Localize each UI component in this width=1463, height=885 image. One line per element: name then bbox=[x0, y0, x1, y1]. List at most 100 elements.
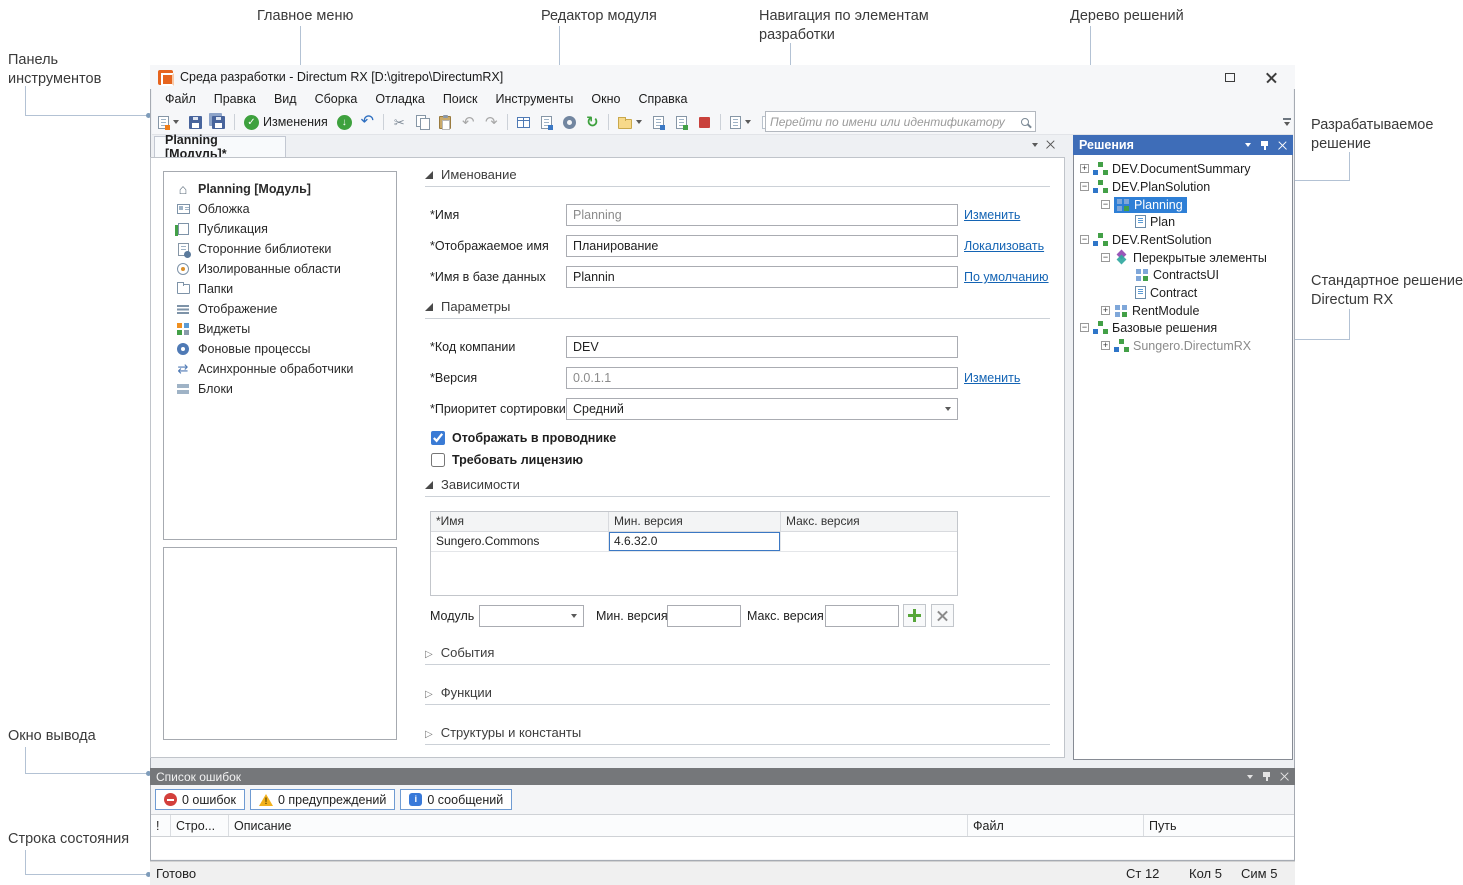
menu-window[interactable]: Окно bbox=[582, 89, 629, 109]
version-input[interactable] bbox=[566, 367, 958, 389]
close-icon[interactable] bbox=[1278, 141, 1287, 150]
changes-button[interactable]: Изменения bbox=[240, 112, 332, 133]
section-dependencies[interactable]: Зависимости bbox=[425, 477, 1050, 497]
dependency-max-version-cell[interactable] bbox=[781, 532, 957, 551]
close-button[interactable] bbox=[1253, 65, 1289, 89]
column-header-file[interactable]: Файл bbox=[968, 815, 1144, 836]
dependency-min-version-cell[interactable]: 4.6.32.0 bbox=[609, 532, 781, 551]
copy-button[interactable] bbox=[412, 112, 433, 133]
window-position-chevron-icon[interactable] bbox=[1245, 143, 1251, 147]
company-code-input[interactable] bbox=[566, 336, 958, 358]
settings-button[interactable] bbox=[559, 112, 580, 133]
save-button[interactable] bbox=[185, 112, 206, 133]
stop-button[interactable] bbox=[694, 112, 715, 133]
get-latest-button[interactable] bbox=[334, 112, 355, 133]
errors-filter-button[interactable]: 0 ошибок bbox=[155, 789, 245, 810]
search-icon[interactable] bbox=[1021, 118, 1029, 126]
menu-search[interactable]: Поиск bbox=[434, 89, 487, 109]
new-item-button[interactable] bbox=[154, 112, 183, 133]
tree-item-contract[interactable]: Contract bbox=[1122, 284, 1197, 301]
name-change-link[interactable]: Изменить bbox=[964, 204, 1020, 226]
toolbar-overflow-button[interactable] bbox=[1279, 111, 1294, 133]
column-header-min-version[interactable]: Мин. версия bbox=[609, 512, 781, 531]
min-version-input[interactable] bbox=[667, 605, 741, 627]
column-header-path[interactable]: Путь bbox=[1144, 815, 1294, 836]
collapse-icon[interactable] bbox=[1080, 323, 1089, 332]
nav-item-cover[interactable]: Обложка bbox=[165, 199, 393, 219]
module-select[interactable] bbox=[479, 605, 584, 627]
add-dependency-button[interactable] bbox=[903, 604, 926, 627]
column-header-description[interactable]: Описание bbox=[229, 815, 968, 836]
nav-item-blocks[interactable]: Блоки bbox=[165, 379, 393, 399]
tree-item-rentmodule[interactable]: RentModule bbox=[1101, 302, 1199, 319]
require-license-checkbox[interactable] bbox=[431, 453, 445, 467]
tree-item-documentsummary[interactable]: DEV.DocumentSummary bbox=[1080, 160, 1250, 177]
dependency-row[interactable]: Sungero.Commons 4.6.32.0 bbox=[431, 532, 957, 552]
db-name-input[interactable] bbox=[566, 266, 958, 288]
deploy-button[interactable] bbox=[614, 112, 646, 133]
tree-item-contractsui[interactable]: ContractsUI bbox=[1122, 266, 1219, 283]
nav-item-planning-module[interactable]: Planning [Модуль] bbox=[165, 179, 393, 199]
undo-checkout-button[interactable] bbox=[357, 112, 378, 133]
localize-link[interactable]: Локализовать bbox=[964, 235, 1044, 257]
nav-item-publication[interactable]: Публикация bbox=[165, 219, 393, 239]
error-list-header[interactable]: Список ошибок bbox=[150, 768, 1295, 785]
column-header-name[interactable]: *Имя bbox=[431, 512, 609, 531]
menu-view[interactable]: Вид bbox=[265, 89, 306, 109]
pin-icon[interactable] bbox=[1262, 771, 1271, 782]
tab-list-chevron-icon[interactable] bbox=[1032, 143, 1038, 147]
menu-help[interactable]: Справка bbox=[629, 89, 696, 109]
nav-item-folders[interactable]: Папки bbox=[165, 279, 393, 299]
tree-item-overridden-elements[interactable]: Перекрытые элементы bbox=[1101, 249, 1267, 266]
publish-button[interactable] bbox=[536, 112, 557, 133]
collapse-icon[interactable] bbox=[1080, 182, 1089, 191]
nav-item-async-handlers[interactable]: Асинхронные обработчики bbox=[165, 359, 393, 379]
collapse-icon[interactable] bbox=[1101, 253, 1110, 262]
search-input[interactable] bbox=[770, 115, 1021, 129]
section-params[interactable]: Параметры bbox=[425, 299, 1050, 319]
menu-debug[interactable]: Отладка bbox=[366, 89, 433, 109]
expand-icon[interactable] bbox=[1080, 164, 1089, 173]
tab-planning-module[interactable]: Planning [Модуль]* bbox=[154, 136, 286, 157]
build-button[interactable] bbox=[513, 112, 534, 133]
default-link[interactable]: По умолчанию bbox=[964, 266, 1049, 288]
paste-button[interactable] bbox=[435, 112, 456, 133]
version-change-link[interactable]: Изменить bbox=[964, 367, 1020, 389]
remove-dependency-button[interactable] bbox=[931, 604, 954, 627]
import-button[interactable] bbox=[648, 112, 669, 133]
section-structures[interactable]: Структуры и константы bbox=[425, 725, 1050, 745]
messages-filter-button[interactable]: 0 сообщений bbox=[400, 789, 512, 810]
expand-icon[interactable] bbox=[1101, 306, 1110, 315]
nav-item-isolated-areas[interactable]: Изолированные области bbox=[165, 259, 393, 279]
display-name-input[interactable] bbox=[566, 235, 958, 257]
redo-button[interactable] bbox=[481, 112, 502, 133]
tree-item-plan[interactable]: Plan bbox=[1122, 213, 1175, 230]
close-icon[interactable] bbox=[1280, 772, 1289, 781]
close-document-icon[interactable] bbox=[1046, 140, 1055, 149]
name-input[interactable] bbox=[566, 204, 958, 226]
expand-icon[interactable] bbox=[1101, 341, 1110, 350]
max-version-input[interactable] bbox=[825, 605, 899, 627]
menu-build[interactable]: Сборка bbox=[306, 89, 367, 109]
nav-item-display[interactable]: Отображение bbox=[165, 299, 393, 319]
tree-item-planning[interactable]: Planning bbox=[1101, 196, 1187, 213]
section-events[interactable]: События bbox=[425, 645, 1050, 665]
tree-item-sungero-directumrx[interactable]: Sungero.DirectumRX bbox=[1101, 337, 1251, 354]
column-header-line[interactable]: Стро... bbox=[171, 815, 229, 836]
warnings-filter-button[interactable]: 0 предупреждений bbox=[250, 789, 395, 810]
save-all-button[interactable] bbox=[208, 112, 229, 133]
window-position-chevron-icon[interactable] bbox=[1247, 775, 1253, 779]
nav-item-widgets[interactable]: Виджеты bbox=[165, 319, 393, 339]
cut-button[interactable] bbox=[389, 112, 410, 133]
tree-item-base-solutions[interactable]: Базовые решения bbox=[1080, 319, 1217, 336]
solutions-panel-header[interactable]: Решения bbox=[1073, 135, 1293, 155]
collapse-icon[interactable] bbox=[1080, 235, 1089, 244]
pin-icon[interactable] bbox=[1260, 140, 1269, 151]
export-button[interactable] bbox=[671, 112, 692, 133]
section-functions[interactable]: Функции bbox=[425, 685, 1050, 705]
menu-file[interactable]: Файл bbox=[156, 89, 205, 109]
dependency-name-cell[interactable]: Sungero.Commons bbox=[431, 532, 609, 551]
nav-item-libraries[interactable]: Сторонние библиотеки bbox=[165, 239, 393, 259]
preview-button[interactable] bbox=[726, 112, 755, 133]
menu-edit[interactable]: Правка bbox=[205, 89, 265, 109]
